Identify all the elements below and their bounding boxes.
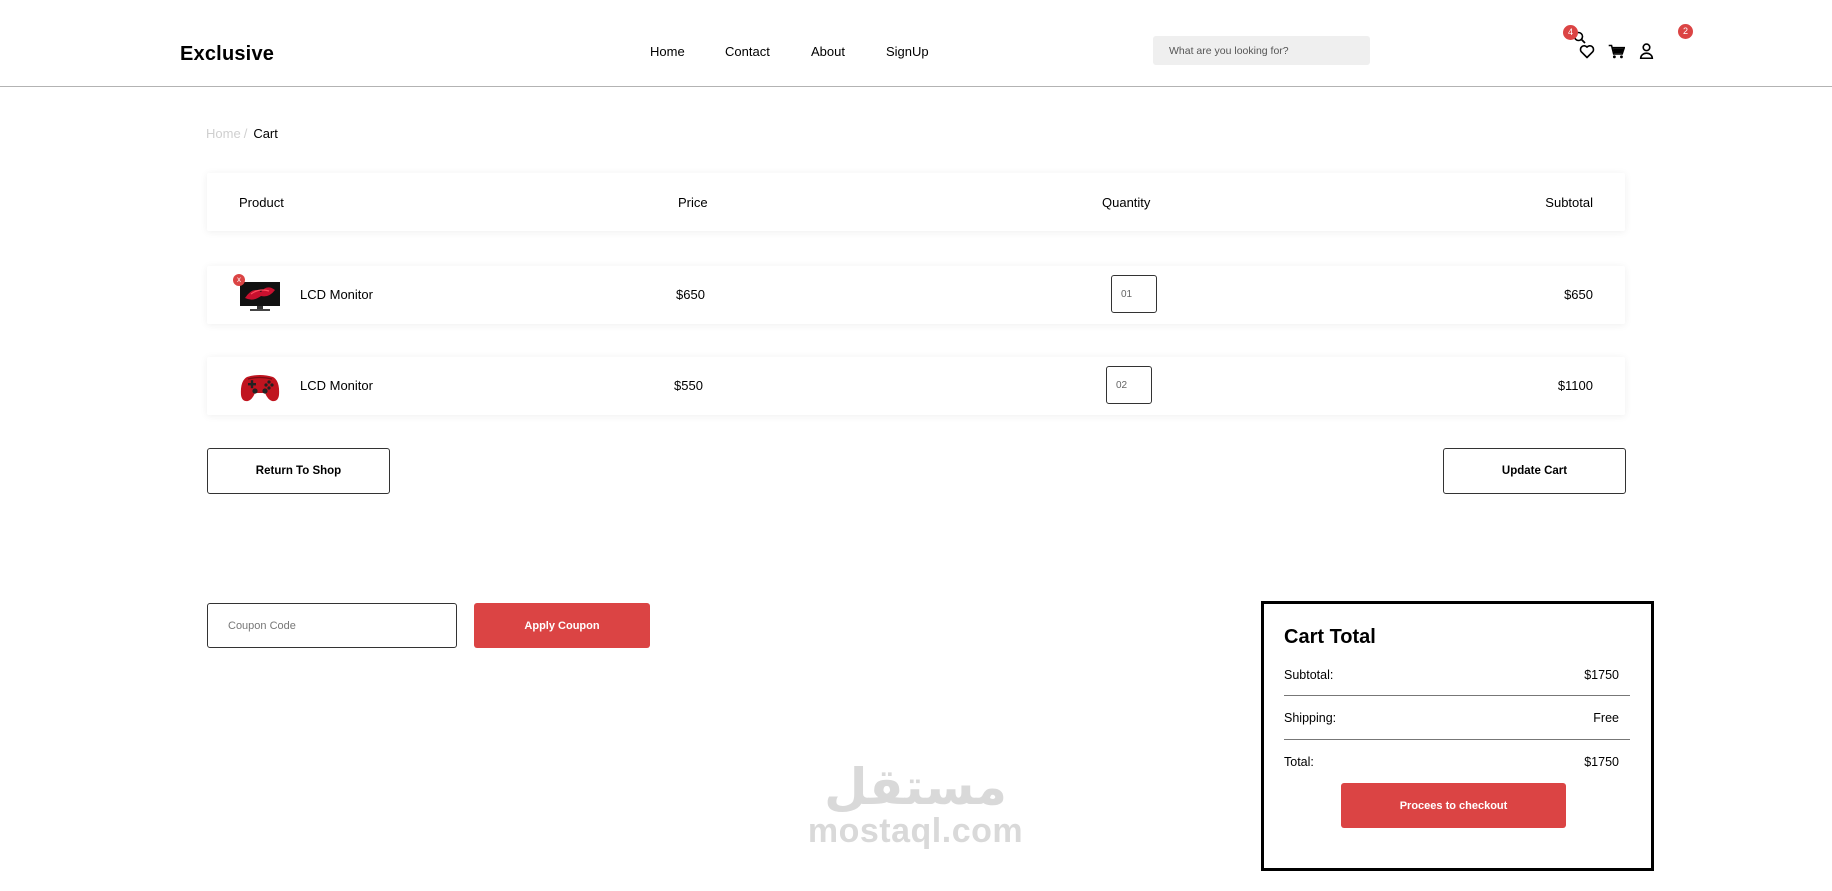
- product-subtotal: $1100: [1557, 378, 1593, 393]
- table-row: LCD Monitor $550 $1100: [207, 357, 1625, 415]
- breadcrumb-separator: /: [243, 126, 248, 141]
- search-input[interactable]: [1153, 36, 1370, 65]
- quantity-stepper[interactable]: [1111, 275, 1157, 313]
- divider: [1284, 695, 1630, 696]
- coupon-code-input[interactable]: [207, 603, 457, 648]
- breadcrumb: Home / Cart: [206, 126, 278, 141]
- user-icon[interactable]: [1639, 43, 1654, 64]
- watermark-latin: mostaql.com: [807, 812, 1024, 850]
- cart-icon[interactable]: [1608, 44, 1626, 64]
- cart-count-badge: 2: [1678, 24, 1693, 39]
- apply-coupon-button[interactable]: Apply Coupon: [474, 603, 650, 648]
- total-label: Total:: [1284, 755, 1314, 769]
- product-name: LCD Monitor: [300, 378, 373, 393]
- header-quantity: Quantity: [1102, 195, 1151, 210]
- header-product: Product: [239, 195, 284, 210]
- product-price: $650: [676, 287, 705, 302]
- subtotal-value: $1750: [1584, 668, 1619, 682]
- divider: [1284, 739, 1630, 740]
- nav-contact[interactable]: Contact: [725, 44, 770, 59]
- breadcrumb-current: Cart: [253, 126, 278, 141]
- checkout-button[interactable]: Procees to checkout: [1341, 783, 1566, 828]
- watermark-arabic: مستقل: [824, 758, 1007, 816]
- wishlist-count-badge: 4: [1563, 25, 1578, 40]
- shipping-label: Shipping:: [1284, 711, 1337, 725]
- header-subtotal: Subtotal: [1545, 195, 1593, 210]
- remove-item-button[interactable]: x: [233, 274, 245, 286]
- total-value: $1750: [1584, 755, 1619, 769]
- product-name: LCD Monitor: [300, 287, 373, 302]
- cart-total-panel: Cart Total Subtotal: $1750 Shipping: Fre…: [1261, 601, 1654, 871]
- nav-home[interactable]: Home: [650, 44, 685, 59]
- product-price: $550: [674, 378, 703, 393]
- cart-table-header: Product Price Quantity Subtotal: [207, 173, 1625, 231]
- nav-signup[interactable]: SignUp: [886, 44, 929, 59]
- heart-icon[interactable]: [1579, 44, 1595, 64]
- quantity-stepper[interactable]: [1106, 366, 1152, 404]
- subtotal-label: Subtotal:: [1284, 668, 1334, 682]
- watermark: مستقل mostaql.com: [803, 760, 1028, 848]
- return-to-shop-button[interactable]: Return To Shop: [207, 448, 390, 494]
- product-subtotal: $650: [1564, 287, 1593, 302]
- shipping-value: Free: [1593, 711, 1619, 725]
- header-price: Price: [678, 195, 708, 210]
- subtotal-row: Subtotal: $1750: [1284, 668, 1619, 682]
- shipping-row: Shipping: Free: [1284, 711, 1619, 725]
- logo[interactable]: Exclusive: [180, 43, 274, 66]
- nav-about[interactable]: About: [811, 44, 845, 59]
- update-cart-button[interactable]: Update Cart: [1443, 448, 1626, 494]
- monitor-image: [239, 276, 281, 314]
- total-row: Total: $1750: [1284, 755, 1619, 769]
- site-header: Exclusive Home Contact About SignUp 4 2: [0, 0, 1832, 87]
- table-row: x LCD Monitor $650 $650: [207, 266, 1625, 324]
- cart-total-title: Cart Total: [1284, 626, 1376, 648]
- breadcrumb-home[interactable]: Home: [206, 126, 241, 141]
- gamepad-image: [239, 367, 281, 405]
